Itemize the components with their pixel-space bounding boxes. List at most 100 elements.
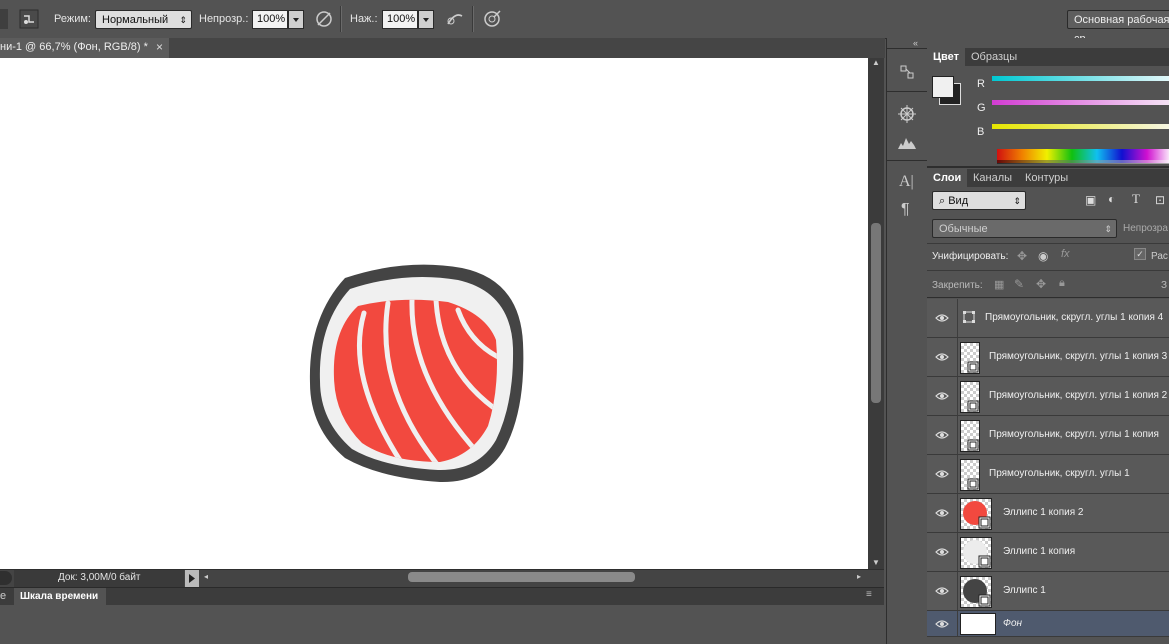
status-menu-arrow-icon[interactable] bbox=[185, 570, 199, 587]
document-size-info: Док: 3,00M/0 байт bbox=[58, 572, 141, 583]
tab-strip bbox=[169, 38, 885, 58]
pressure-input[interactable]: 100% bbox=[382, 10, 418, 29]
layer-row[interactable]: Фон bbox=[927, 611, 1169, 637]
visibility-eye-icon[interactable] bbox=[935, 428, 949, 442]
layer-name: Прямоугольник, скругл. углы 1 копия 3 bbox=[989, 351, 1168, 362]
propagate-checkbox[interactable]: ✓ bbox=[1134, 248, 1146, 260]
layer-row[interactable]: Прямоугольник, скругл. углы 1 bbox=[927, 455, 1169, 494]
blend-mode-select[interactable]: Обычные ⇕ bbox=[932, 219, 1117, 238]
filter-type-layers-icon[interactable]: T bbox=[1132, 191, 1140, 207]
scroll-left-icon[interactable]: ◂ bbox=[204, 572, 208, 581]
layer-row[interactable]: Эллипс 1 копия bbox=[927, 533, 1169, 572]
mode-select[interactable]: Нормальный ⇕ bbox=[95, 10, 192, 29]
histogram-icon[interactable] bbox=[897, 134, 917, 150]
layer-row[interactable]: Прямоугольник, скругл. углы 1 копия 4 bbox=[927, 299, 1169, 338]
visibility-eye-icon[interactable] bbox=[935, 350, 949, 364]
visibility-eye-icon[interactable] bbox=[935, 311, 949, 325]
close-icon[interactable]: × bbox=[156, 40, 163, 54]
layer-row[interactable]: Эллипс 1 копия 2 bbox=[927, 494, 1169, 533]
layer-name: Эллипс 1 копия bbox=[1003, 546, 1076, 557]
layer-row[interactable]: Эллипс 1 bbox=[927, 572, 1169, 611]
shape-layer-icon bbox=[962, 303, 976, 333]
unify-style-icon[interactable]: fx bbox=[1061, 248, 1070, 260]
visibility-eye-icon[interactable] bbox=[935, 506, 949, 520]
filter-adjustment-layers-icon[interactable]: ◐ bbox=[1108, 192, 1115, 206]
scroll-down-icon[interactable]: ▼ bbox=[872, 558, 880, 567]
layer-name: Фон bbox=[1003, 618, 1023, 629]
layer-row[interactable]: Прямоугольник, скругл. углы 1 копия 2 bbox=[927, 377, 1169, 416]
zoom-icon[interactable] bbox=[0, 571, 12, 585]
layer-name: Эллипс 1 bbox=[1003, 585, 1046, 596]
pressure-size-icon[interactable] bbox=[481, 8, 503, 30]
lock-transparent-icon[interactable]: ▦ bbox=[994, 278, 1004, 291]
filter-pixel-layers-icon[interactable]: ▣ bbox=[1085, 193, 1096, 207]
tool-preset-picker[interactable] bbox=[0, 9, 8, 29]
divider bbox=[957, 377, 958, 415]
divider bbox=[472, 6, 474, 32]
tab-paths[interactable]: Контуры bbox=[1019, 169, 1074, 187]
airbrush-icon[interactable] bbox=[444, 8, 466, 30]
sushi-artwork bbox=[309, 264, 524, 483]
divider bbox=[957, 299, 958, 337]
tab-timeline[interactable]: Шкала времени bbox=[20, 591, 98, 602]
layer-row[interactable]: Прямоугольник, скругл. углы 1 копия 3 bbox=[927, 338, 1169, 377]
visibility-eye-icon[interactable] bbox=[935, 617, 949, 631]
tab-partial[interactable]: е bbox=[0, 590, 6, 602]
character-panel-icon[interactable]: A| bbox=[899, 173, 914, 191]
fill-label: З bbox=[1161, 280, 1168, 291]
layer-thumbnail bbox=[960, 420, 980, 452]
document-tab[interactable]: ни-1 @ 66,7% (Фон, RGB/8) * × bbox=[0, 38, 170, 58]
layer-name: Прямоугольник, скругл. углы 1 копия 2 bbox=[989, 390, 1168, 401]
opacity-input[interactable]: 100% bbox=[252, 10, 288, 29]
blue-slider[interactable] bbox=[992, 124, 1169, 129]
tab-channels[interactable]: Каналы bbox=[967, 169, 1018, 187]
tab-color[interactable]: Цвет bbox=[927, 48, 966, 66]
divider bbox=[957, 572, 958, 610]
unify-visibility-icon[interactable]: ◉ bbox=[1038, 249, 1048, 263]
ellipse-layer-thumbnail bbox=[960, 576, 992, 608]
opacity-label: Непрозр.: bbox=[199, 13, 249, 25]
visibility-eye-icon[interactable] bbox=[935, 389, 949, 403]
visibility-eye-icon[interactable] bbox=[935, 545, 949, 559]
divider bbox=[957, 338, 958, 376]
panel-menu-icon[interactable]: ≡ bbox=[866, 589, 872, 600]
blend-mode-value: Обычные bbox=[939, 223, 988, 235]
lock-brush-icon[interactable]: ✎ bbox=[1014, 277, 1024, 291]
canvas[interactable] bbox=[0, 58, 868, 569]
red-slider[interactable] bbox=[992, 76, 1169, 81]
lock-all-icon[interactable]: 🔒︎ bbox=[1059, 277, 1065, 290]
workspace-switcher-button[interactable]: Основная рабочая ср bbox=[1067, 10, 1169, 45]
opacity-dropdown-button[interactable] bbox=[288, 10, 304, 29]
foreground-color-swatch[interactable] bbox=[932, 76, 954, 98]
pressure-label: Наж.: bbox=[350, 13, 378, 25]
updown-arrows-icon: ⇕ bbox=[179, 15, 187, 25]
brush-panel-toggle-icon[interactable] bbox=[18, 8, 40, 30]
document-tab-title: ни-1 @ 66,7% (Фон, RGB/8) * bbox=[0, 41, 148, 53]
layer-row[interactable]: Прямоугольник, скругл. углы 1 копия bbox=[927, 416, 1169, 455]
layer-filter-select[interactable]: ⌕ Вид ⇕ bbox=[932, 191, 1026, 210]
paragraph-panel-icon[interactable]: ¶ bbox=[901, 201, 910, 219]
visibility-eye-icon[interactable] bbox=[935, 467, 949, 481]
collapse-arrows-icon[interactable]: « bbox=[913, 38, 918, 48]
unify-position-icon[interactable]: ✥ bbox=[1017, 249, 1027, 263]
layer-thumbnail bbox=[960, 381, 980, 413]
divider bbox=[340, 6, 342, 32]
pressure-opacity-icon[interactable] bbox=[313, 8, 335, 30]
tab-swatches[interactable]: Образцы bbox=[965, 48, 1023, 66]
layer-filter-value: Вид bbox=[948, 195, 969, 207]
horizontal-scroll-thumb[interactable] bbox=[408, 572, 635, 582]
navigator-wheel-icon[interactable] bbox=[897, 104, 917, 124]
scroll-right-icon[interactable]: ▸ bbox=[857, 572, 861, 581]
scroll-up-icon[interactable]: ▲ bbox=[872, 58, 880, 67]
green-slider[interactable] bbox=[992, 100, 1169, 105]
pressure-dropdown-button[interactable] bbox=[418, 10, 434, 29]
propagate-label: Рас bbox=[1151, 251, 1168, 262]
history-icon[interactable] bbox=[897, 63, 917, 81]
tab-layers[interactable]: Слои bbox=[927, 169, 968, 187]
layer-thumbnail bbox=[960, 342, 980, 374]
vertical-scroll-thumb[interactable] bbox=[871, 223, 881, 403]
lock-label: Закрепить: bbox=[932, 280, 983, 291]
lock-position-icon[interactable]: ✥ bbox=[1036, 277, 1046, 291]
filter-shape-layers-icon[interactable]: ⊡ bbox=[1155, 193, 1165, 207]
visibility-eye-icon[interactable] bbox=[935, 584, 949, 598]
